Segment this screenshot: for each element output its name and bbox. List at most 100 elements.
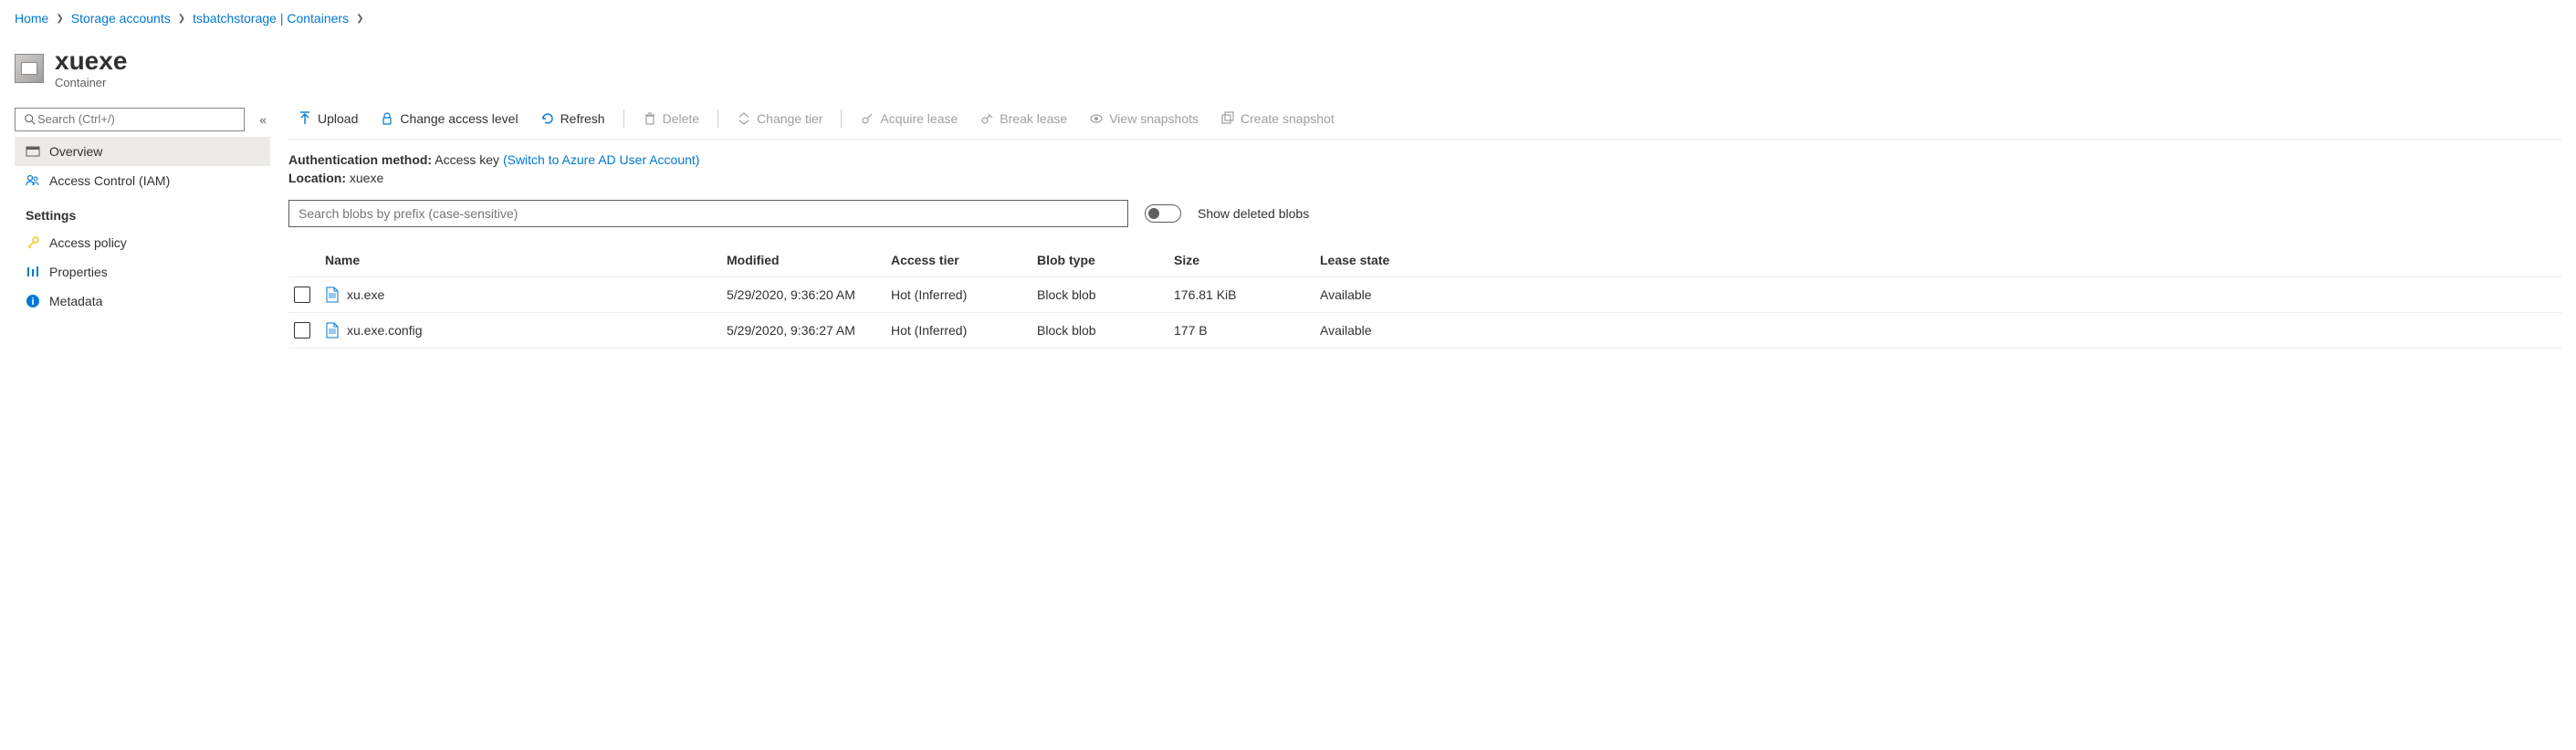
tier-icon (737, 111, 751, 126)
page-subtitle: Container (55, 76, 127, 89)
sidebar: « Overview Access Control (IAM) Settings… (15, 108, 270, 349)
chevron-right-icon: ❯ (356, 14, 363, 24)
page-title: xuexe (55, 47, 127, 76)
svg-text:i: i (31, 297, 34, 307)
file-icon (325, 286, 340, 303)
row-checkbox[interactable] (294, 322, 310, 339)
properties-icon (26, 265, 40, 279)
toolbar-separator (841, 109, 842, 128)
toolbar-label: Break lease (1000, 111, 1067, 126)
blob-search[interactable] (288, 200, 1128, 227)
col-lease-state[interactable]: Lease state (1320, 253, 1429, 267)
lock-icon (380, 111, 394, 126)
upload-button[interactable]: Upload (288, 108, 367, 130)
toolbar-separator (623, 109, 624, 128)
sidebar-search-input[interactable] (37, 112, 236, 126)
toolbar-label: Create snapshot (1241, 111, 1335, 126)
blob-table: Name Modified Access tier Blob type Size… (288, 244, 2561, 349)
sidebar-item-overview[interactable]: Overview (15, 137, 270, 166)
breadcrumb: Home ❯ Storage accounts ❯ tsbatchstorage… (15, 11, 2561, 26)
toolbar-label: Refresh (560, 111, 605, 126)
container-icon (15, 54, 44, 83)
sidebar-item-access-policy[interactable]: Access policy (15, 228, 270, 257)
create-snapshot-icon (1220, 111, 1235, 126)
collapse-sidebar-button[interactable]: « (256, 109, 270, 130)
file-name: xu.exe (347, 287, 384, 302)
key-icon (26, 235, 40, 250)
toolbar-label: Acquire lease (880, 111, 958, 126)
col-size[interactable]: Size (1174, 253, 1320, 267)
sidebar-item-label: Metadata (49, 294, 102, 308)
sidebar-item-label: Overview (49, 144, 102, 159)
cell-size: 176.81 KiB (1174, 287, 1320, 302)
cell-size: 177 B (1174, 323, 1320, 338)
toolbar-label: Delete (663, 111, 699, 126)
view-snapshots-icon (1089, 111, 1104, 126)
delete-icon (643, 111, 657, 126)
iam-icon (26, 173, 40, 188)
delete-button[interactable]: Delete (634, 108, 708, 130)
col-blob-type[interactable]: Blob type (1037, 253, 1174, 267)
row-checkbox[interactable] (294, 286, 310, 303)
breadcrumb-storage-accounts[interactable]: Storage accounts (71, 11, 171, 26)
cell-type: Block blob (1037, 323, 1174, 338)
blob-search-input[interactable] (298, 206, 1118, 221)
auth-method-value: Access key (435, 152, 499, 167)
upload-icon (298, 111, 312, 126)
search-icon (23, 112, 37, 127)
sidebar-item-label: Access policy (49, 235, 127, 250)
cell-lease: Available (1320, 287, 1429, 302)
sidebar-item-access-control[interactable]: Access Control (IAM) (15, 166, 270, 195)
toolbar-label: View snapshots (1109, 111, 1199, 126)
cell-type: Block blob (1037, 287, 1174, 302)
sidebar-item-label: Properties (49, 265, 108, 279)
cell-modified: 5/29/2020, 9:36:20 AM (727, 287, 891, 302)
create-snapshot-button[interactable]: Create snapshot (1211, 108, 1344, 130)
refresh-icon (540, 111, 555, 126)
location-value: xuexe (350, 171, 383, 185)
col-name[interactable]: Name (325, 253, 727, 267)
change-tier-button[interactable]: Change tier (728, 108, 832, 130)
toolbar-label: Change tier (757, 111, 822, 126)
toolbar: Upload Change access level Refresh Delet… (288, 108, 2561, 140)
sidebar-item-metadata[interactable]: i Metadata (15, 286, 270, 316)
change-access-level-button[interactable]: Change access level (371, 108, 527, 130)
main-content: Upload Change access level Refresh Delet… (270, 108, 2561, 349)
show-deleted-label: Show deleted blobs (1198, 206, 1309, 221)
file-icon (325, 322, 340, 339)
overview-icon (26, 144, 40, 159)
sidebar-item-label: Access Control (IAM) (49, 173, 170, 188)
table-header: Name Modified Access tier Blob type Size… (288, 244, 2561, 277)
acquire-lease-button[interactable]: Acquire lease (851, 108, 967, 130)
toolbar-label: Upload (318, 111, 358, 126)
acquire-lease-icon (860, 111, 874, 126)
sidebar-section-settings: Settings (15, 195, 270, 228)
refresh-button[interactable]: Refresh (531, 108, 614, 130)
location-label: Location: (288, 171, 346, 185)
col-modified[interactable]: Modified (727, 253, 891, 267)
cell-tier: Hot (Inferred) (891, 287, 1037, 302)
file-name: xu.exe.config (347, 323, 423, 338)
info-icon: i (26, 294, 40, 308)
location-row: Location: xuexe (288, 171, 2561, 185)
sidebar-item-properties[interactable]: Properties (15, 257, 270, 286)
chevron-right-icon: ❯ (178, 14, 185, 24)
break-lease-icon (979, 111, 994, 126)
page-header: xuexe Container (15, 47, 2561, 89)
breadcrumb-container-parent[interactable]: tsbatchstorage | Containers (193, 11, 349, 26)
break-lease-button[interactable]: Break lease (970, 108, 1076, 130)
table-row[interactable]: xu.exe 5/29/2020, 9:36:20 AM Hot (Inferr… (288, 277, 2561, 313)
view-snapshots-button[interactable]: View snapshots (1080, 108, 1208, 130)
col-access-tier[interactable]: Access tier (891, 253, 1037, 267)
cell-tier: Hot (Inferred) (891, 323, 1037, 338)
sidebar-search[interactable] (15, 108, 245, 131)
cell-lease: Available (1320, 323, 1429, 338)
cell-modified: 5/29/2020, 9:36:27 AM (727, 323, 891, 338)
table-row[interactable]: xu.exe.config 5/29/2020, 9:36:27 AM Hot … (288, 313, 2561, 349)
show-deleted-toggle[interactable] (1145, 204, 1181, 223)
switch-auth-link[interactable]: (Switch to Azure AD User Account) (503, 152, 700, 167)
toolbar-separator (717, 109, 718, 128)
chevron-right-icon: ❯ (56, 14, 63, 24)
auth-method-label: Authentication method: (288, 152, 432, 167)
breadcrumb-home[interactable]: Home (15, 11, 48, 26)
